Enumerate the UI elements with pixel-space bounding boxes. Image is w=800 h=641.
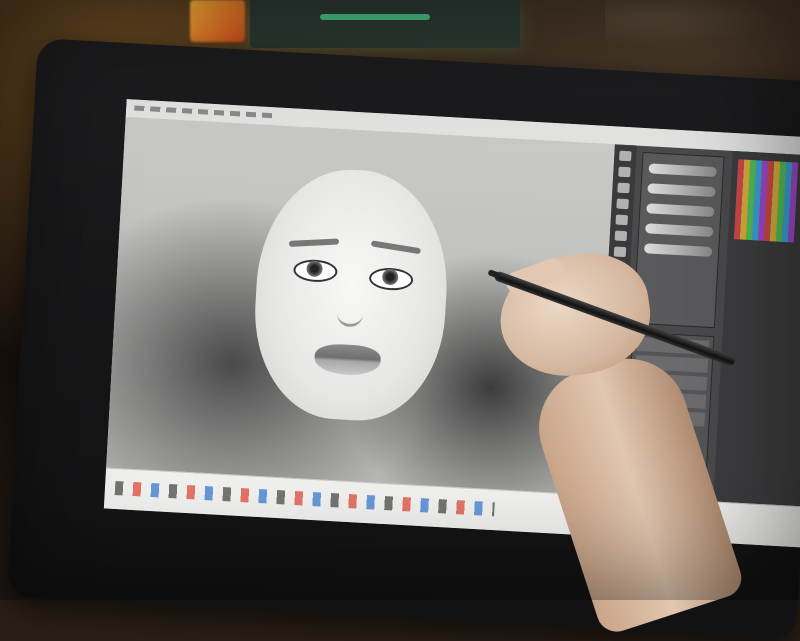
eraser-icon[interactable] [618,166,631,178]
brush-stroke-preview[interactable] [646,203,715,218]
right-eye [368,266,414,292]
lips [313,342,382,377]
left-eyebrow [288,238,340,247]
brush-stroke-preview[interactable] [643,243,713,257]
second-monitor-panel [713,150,800,508]
right-eyebrow [370,240,422,255]
menu-items[interactable] [134,105,275,119]
audio-waveform [320,14,430,20]
nose [336,299,364,328]
background-lamp [190,0,245,42]
background-microphone [605,0,775,45]
brush-stroke-preview[interactable] [645,223,714,237]
brush-icon[interactable] [619,150,632,162]
zoom-icon[interactable] [614,230,628,242]
taskbar-app-icon[interactable] [114,481,495,517]
hand-icon[interactable] [613,246,627,258]
brush-stroke-preview[interactable] [647,183,716,198]
swatch-icon[interactable] [733,159,799,243]
background-monitor [250,0,520,48]
left-eye [292,258,339,284]
move-icon[interactable] [617,182,630,194]
lasso-icon[interactable] [616,198,629,210]
portrait-face [249,164,453,425]
text-icon[interactable] [615,214,629,226]
brush-stroke-preview[interactable] [648,163,717,178]
